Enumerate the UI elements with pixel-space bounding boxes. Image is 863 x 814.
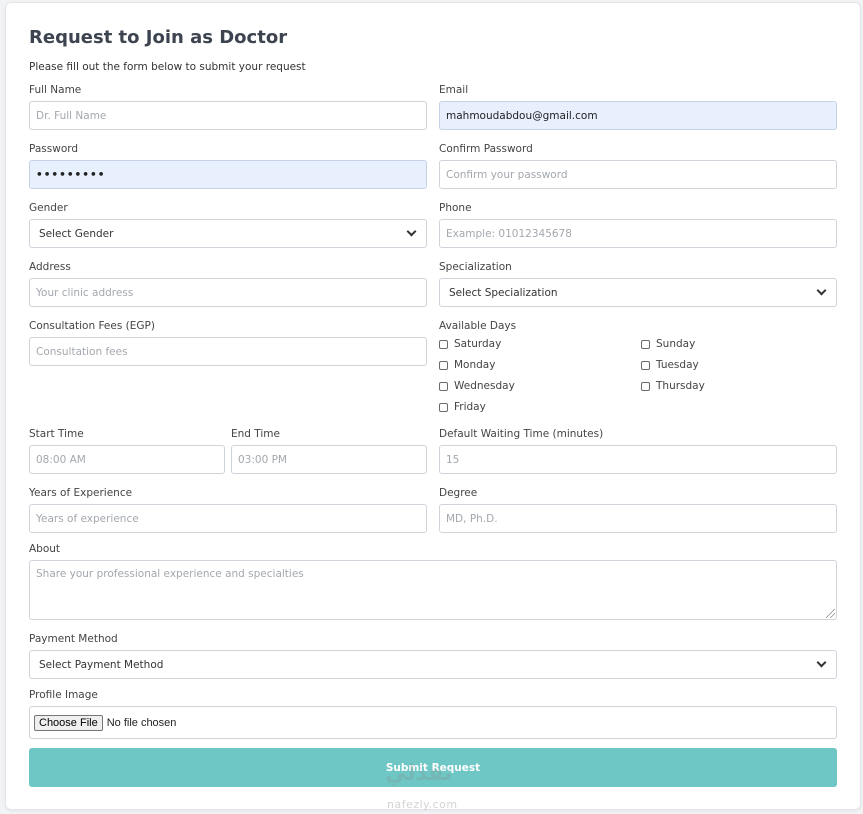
form-subtitle: Please fill out the form below to submit… — [29, 61, 306, 73]
specialization-select[interactable]: Select Specialization — [439, 278, 837, 307]
watermark-url: nafezly.com — [387, 798, 458, 811]
about-textarea[interactable] — [29, 560, 837, 620]
email-label: Email — [439, 84, 469, 96]
full-name-input[interactable] — [29, 101, 427, 130]
gender-label: Gender — [29, 202, 68, 214]
available-days-label: Available Days — [439, 320, 517, 332]
day-checkbox-monday[interactable]: Monday — [439, 359, 495, 371]
address-label: Address — [29, 261, 71, 273]
payment-method-select[interactable]: Select Payment Method — [29, 650, 837, 679]
end-time-label: End Time — [231, 428, 280, 440]
day-checkbox-saturday[interactable]: Saturday — [439, 338, 501, 350]
resize-handle-icon[interactable] — [826, 609, 835, 618]
checkbox[interactable] — [641, 381, 650, 391]
experience-input[interactable] — [29, 504, 427, 533]
email-field[interactable] — [439, 101, 837, 130]
day-checkbox-wednesday[interactable]: Wednesday — [439, 380, 515, 392]
start-time-label: Start Time — [29, 428, 84, 440]
day-checkbox-sunday[interactable]: Sunday — [641, 338, 695, 350]
waiting-time-label: Default Waiting Time (minutes) — [439, 428, 604, 440]
address-input[interactable] — [29, 278, 427, 307]
waiting-time-input[interactable] — [439, 445, 837, 474]
gender-select[interactable]: Select Gender — [29, 219, 427, 248]
day-label: Monday — [454, 359, 496, 371]
checkbox[interactable] — [439, 402, 448, 412]
page-title: Request to Join as Doctor — [29, 27, 288, 48]
confirm-password-label: Confirm Password — [439, 143, 533, 155]
checkbox[interactable] — [641, 360, 650, 370]
consultation-fees-label: Consultation Fees (EGP) — [29, 320, 155, 332]
degree-input[interactable] — [439, 504, 837, 533]
experience-label: Years of Experience — [29, 487, 133, 499]
password-label: Password — [29, 143, 79, 155]
checkbox[interactable] — [439, 381, 448, 391]
checkbox[interactable] — [439, 339, 448, 349]
day-label: Saturday — [454, 338, 502, 350]
phone-label: Phone — [439, 202, 472, 214]
start-time-input[interactable] — [29, 445, 225, 474]
degree-label: Degree — [439, 487, 478, 499]
file-status: No file chosen — [106, 716, 177, 729]
specialization-select-value: Select Specialization — [449, 286, 558, 299]
about-label: About — [29, 543, 61, 555]
day-label: Thursday — [656, 380, 705, 392]
day-label: Tuesday — [656, 359, 699, 371]
consultation-fees-input[interactable] — [29, 337, 427, 366]
chevron-down-icon — [816, 657, 827, 668]
day-label: Friday — [454, 401, 486, 413]
chevron-down-icon — [406, 226, 417, 237]
specialization-label: Specialization — [439, 261, 512, 273]
about-textarea-wrap — [29, 560, 837, 620]
end-time-input[interactable] — [231, 445, 427, 474]
payment-method-select-value: Select Payment Method — [39, 658, 164, 671]
day-checkbox-tuesday[interactable]: Tuesday — [641, 359, 699, 371]
profile-image-label: Profile Image — [29, 689, 98, 701]
day-label: Wednesday — [454, 380, 515, 392]
checkbox[interactable] — [641, 339, 650, 349]
payment-method-label: Payment Method — [29, 633, 118, 645]
gender-select-value: Select Gender — [39, 227, 114, 240]
day-label: Sunday — [656, 338, 696, 350]
form-card: Request to Join as Doctor Please fill ou… — [5, 2, 861, 811]
day-checkbox-friday[interactable]: Friday — [439, 401, 486, 413]
profile-image-input[interactable]: Choose File No file chosen — [29, 706, 837, 739]
day-checkbox-thursday[interactable]: Thursday — [641, 380, 705, 392]
watermark-logo: نفذلي — [385, 761, 453, 786]
chevron-down-icon — [816, 285, 827, 296]
checkbox[interactable] — [439, 360, 448, 370]
phone-input[interactable] — [439, 219, 837, 248]
password-field[interactable] — [29, 160, 427, 189]
confirm-password-input[interactable] — [439, 160, 837, 189]
choose-file-button[interactable]: Choose File — [34, 714, 103, 731]
full-name-label: Full Name — [29, 84, 82, 96]
